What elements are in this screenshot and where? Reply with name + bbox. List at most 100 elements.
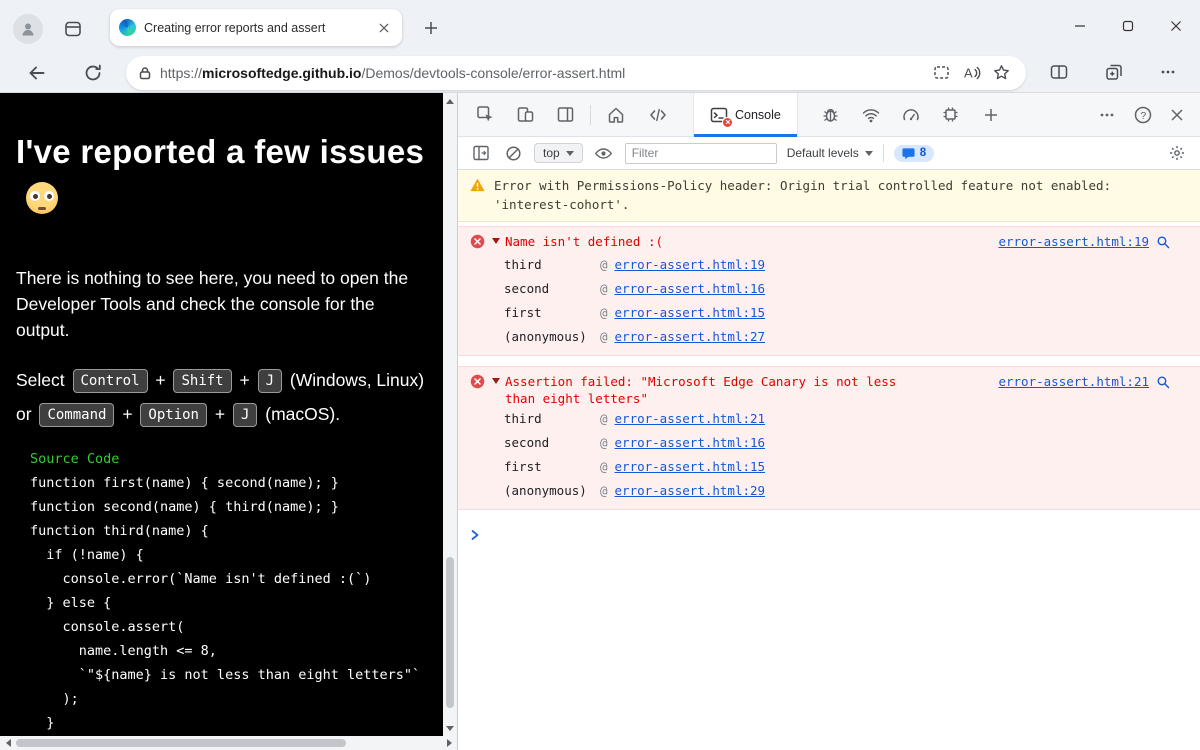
scroll-left-arrow[interactable]: [0, 736, 14, 750]
vertical-scrollbar[interactable]: [443, 93, 457, 736]
clear-console-icon[interactable]: [502, 142, 524, 164]
dock-side-icon[interactable]: [548, 98, 582, 132]
add-panel-plus-icon[interactable]: [974, 98, 1008, 132]
browser-chrome: Creating error reports and assert https:…: [0, 0, 1200, 93]
stack-at-symbol: @: [600, 325, 608, 349]
source-code-label: Source Code: [30, 447, 428, 471]
scroll-up-arrow[interactable]: [443, 93, 457, 107]
issues-counter[interactable]: 8: [894, 145, 934, 162]
source-location-link[interactable]: error-assert.html:21: [998, 373, 1149, 390]
toolbar-separator: [590, 105, 591, 125]
profile-avatar[interactable]: [13, 14, 43, 44]
horizontal-scrollbar[interactable]: [0, 736, 457, 750]
more-options-icon[interactable]: [1090, 98, 1124, 132]
browser-tab[interactable]: Creating error reports and assert: [110, 9, 402, 46]
stack-at-symbol: @: [600, 253, 608, 277]
stack-at-symbol: @: [600, 407, 608, 431]
tab-memory-chip-icon[interactable]: [934, 98, 968, 132]
warning-message-text: Error with Permissions-Policy header: Or…: [494, 176, 1170, 214]
stack-function-name: third: [504, 407, 600, 431]
tab-welcome-home-icon[interactable]: [599, 98, 633, 132]
tab-debugger-bug-icon[interactable]: [814, 98, 848, 132]
kbd-key: Option: [140, 403, 207, 427]
horizontal-scrollbar-thumb[interactable]: [16, 739, 346, 747]
page-content: I've reported a few issues There is noth…: [0, 93, 457, 750]
favorites-star-icon[interactable]: [986, 58, 1016, 88]
code-line: }: [30, 711, 428, 735]
web-capture-icon[interactable]: [926, 58, 956, 88]
console-error-message: Assertion failed: "Microsoft Edge Canary…: [458, 366, 1200, 510]
url-path: /Demos/devtools-console/error-assert.htm…: [361, 65, 625, 81]
workspaces-icon[interactable]: [60, 16, 86, 42]
stack-source-link[interactable]: error-assert.html:27: [615, 325, 766, 349]
scroll-down-arrow[interactable]: [443, 722, 457, 736]
back-button[interactable]: [20, 56, 54, 90]
refresh-button[interactable]: [76, 56, 110, 90]
help-icon[interactable]: ?: [1126, 98, 1160, 132]
stack-at-symbol: @: [600, 277, 608, 301]
stack-source-link[interactable]: error-assert.html:16: [615, 431, 766, 455]
expand-triangle-icon[interactable]: [492, 378, 500, 384]
address-bar[interactable]: https://microsoftedge.github.io/Demos/de…: [126, 56, 1026, 90]
tab-close-icon[interactable]: [375, 19, 393, 37]
warning-triangle-icon: [470, 178, 485, 214]
stack-frame-row: third@ error-assert.html:19: [458, 253, 1200, 277]
lock-icon[interactable]: [138, 66, 152, 80]
chevron-down-icon: [865, 151, 873, 160]
shortcut-text: +: [117, 404, 137, 424]
scroll-right-arrow[interactable]: [443, 736, 457, 750]
javascript-context-dropdown[interactable]: top: [534, 143, 583, 163]
expand-triangle-icon[interactable]: [492, 238, 500, 244]
console-sidebar-icon[interactable]: [470, 142, 492, 164]
browser-toolbar: https://microsoftedge.github.io/Demos/de…: [0, 52, 1200, 93]
code-line: } else {: [30, 591, 428, 615]
shortcut-line: Select Control + Shift + J (Windows, Lin…: [16, 363, 428, 431]
log-levels-label: Default levels: [787, 146, 859, 160]
inspect-element-icon[interactable]: [468, 98, 502, 132]
stack-source-link[interactable]: error-assert.html:21: [615, 407, 766, 431]
settings-menu-icon[interactable]: [1150, 55, 1186, 89]
shortcut-text: (Windows, Linux): [285, 370, 424, 390]
tab-title: Creating error reports and assert: [144, 21, 367, 35]
close-devtools-icon[interactable]: [1160, 98, 1194, 132]
tab-strip: Creating error reports and assert: [0, 0, 1200, 52]
shortcut-text: (macOS).: [260, 404, 340, 424]
tab-performance-gauge-icon[interactable]: [894, 98, 928, 132]
filter-input[interactable]: [625, 143, 777, 164]
shortcut-text: Select: [16, 370, 70, 390]
maximize-button[interactable]: [1104, 6, 1152, 46]
source-location-link[interactable]: error-assert.html:19: [998, 233, 1149, 250]
tab-sources-code-icon[interactable]: [641, 98, 675, 132]
new-tab-button[interactable]: [418, 15, 444, 41]
collections-icon[interactable]: [1096, 55, 1132, 89]
vertical-scrollbar-thumb[interactable]: [446, 557, 454, 708]
magnifier-icon[interactable]: [1156, 235, 1170, 249]
stack-at-symbol: @: [600, 479, 608, 503]
magnifier-icon[interactable]: [1156, 375, 1170, 389]
url-host: microsoftedge.github.io: [202, 65, 361, 81]
stack-source-link[interactable]: error-assert.html:15: [615, 301, 766, 325]
live-expression-eye-icon[interactable]: [593, 142, 615, 164]
stack-frame-row: third@ error-assert.html:21: [458, 407, 1200, 431]
stack-source-link[interactable]: error-assert.html:29: [615, 479, 766, 503]
error-message-text: Assertion failed: "Microsoft Edge Canary…: [505, 373, 913, 407]
minimize-button[interactable]: [1056, 6, 1104, 46]
stack-frame-row: second@error-assert.html:16: [458, 431, 1200, 455]
console-settings-gear-icon[interactable]: [1166, 142, 1188, 164]
tab-network-wifi-icon[interactable]: [854, 98, 888, 132]
console-warning-message: Error with Permissions-Policy header: Or…: [458, 170, 1200, 222]
log-levels-dropdown[interactable]: Default levels: [787, 146, 873, 160]
stack-function-name: third: [504, 253, 600, 277]
split-screen-icon[interactable]: [1041, 55, 1077, 89]
tab-console[interactable]: Console: [693, 93, 798, 137]
context-value: top: [543, 146, 560, 160]
shortcut-text: +: [210, 404, 230, 424]
stack-source-link[interactable]: error-assert.html:19: [615, 253, 766, 277]
stack-source-link[interactable]: error-assert.html:15: [615, 455, 766, 479]
stack-function-name: second: [504, 277, 600, 301]
console-prompt[interactable]: [458, 520, 1200, 550]
device-emulation-icon[interactable]: [508, 98, 542, 132]
close-window-button[interactable]: [1152, 6, 1200, 46]
read-aloud-icon[interactable]: A: [956, 58, 986, 88]
stack-source-link[interactable]: error-assert.html:16: [615, 277, 766, 301]
